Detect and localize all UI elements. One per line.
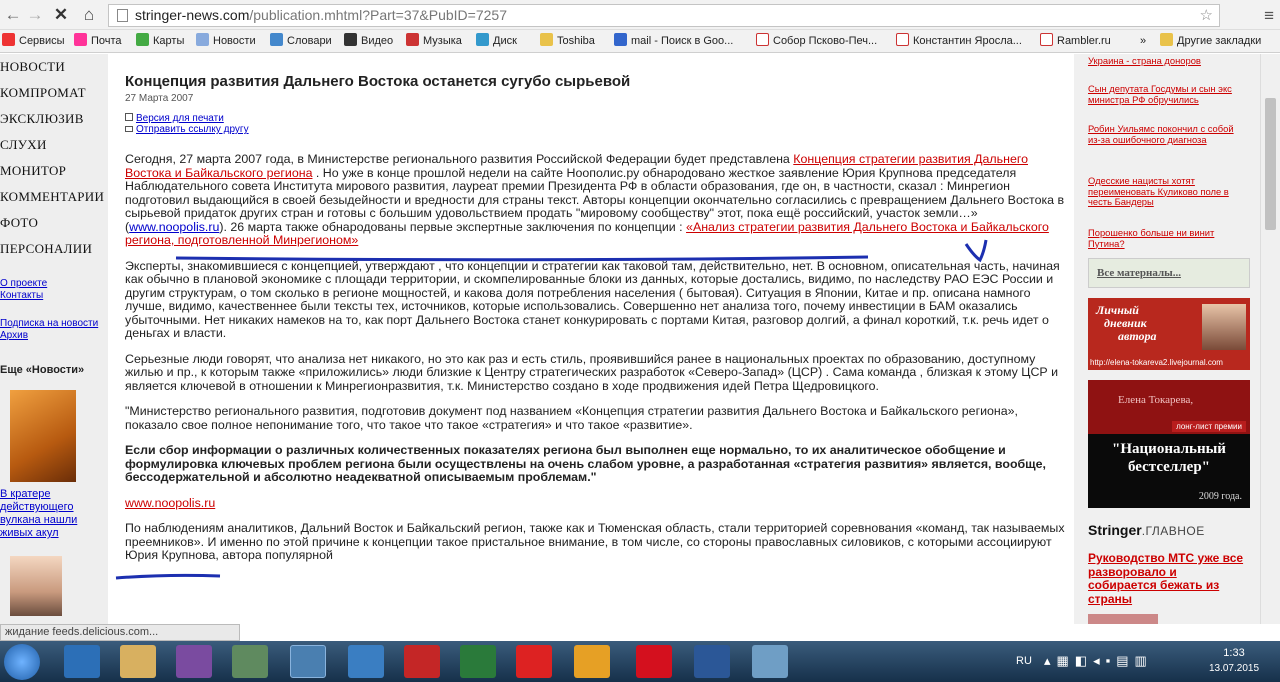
volcano-photo[interactable] <box>10 390 76 482</box>
bookmark-other[interactable]: Другие закладки <box>1160 33 1261 49</box>
taskbar: RU ▴▦◧◂▪▤▥ 1:33 13.07.2015 <box>0 641 1280 682</box>
word-icon[interactable] <box>694 645 730 678</box>
bookmark-dict[interactable]: Словари <box>270 33 332 49</box>
home-icon[interactable]: ⌂ <box>80 5 98 25</box>
back-icon[interactable]: ← <box>4 5 22 25</box>
banner-author-name: Елена Токарева, <box>1118 394 1194 406</box>
about-link[interactable]: О проекте <box>0 278 108 290</box>
banner-longlist-tag: лонг-лист премии <box>1172 421 1246 432</box>
diary-word-3: автора <box>1118 329 1157 343</box>
subscribe-link[interactable]: Подписка на новости <box>0 318 108 330</box>
url-input[interactable]: stringer-news.com/publication.mhtml?Part… <box>108 4 1220 27</box>
author-photo <box>1202 304 1246 350</box>
url-path: /publication.mhtml?Part=37&PubID=7257 <box>249 7 507 23</box>
person-photo[interactable] <box>10 556 62 616</box>
bestseller-banner[interactable]: Елена Токарева, лонг-лист премии "Национ… <box>1088 380 1250 508</box>
page-scrollbar[interactable] <box>1260 54 1280 624</box>
sidebar-link-odessa[interactable]: Одесские нацисты хотят переименовать Кул… <box>1088 175 1238 208</box>
bookmarks-overflow[interactable]: » <box>1140 33 1146 49</box>
forward-icon[interactable]: → <box>26 5 44 25</box>
bookmark-mail[interactable]: Почта <box>74 33 122 49</box>
main-news-link[interactable]: Руководство МТС уже все разворовало и со… <box>1088 551 1248 606</box>
left-nav: НОВОСТИ КОМПРОМАТ ЭКСКЛЮЗИВ СЛУХИ МОНИТО… <box>0 54 108 624</box>
paint-icon[interactable] <box>752 645 788 678</box>
menu-icon[interactable]: ≡ <box>1264 6 1274 26</box>
all-materials-link[interactable]: Все матерналы... <box>1088 258 1250 288</box>
article-content: Концепция развития Дальнего Востока оста… <box>108 54 1074 624</box>
handwritten-annotations <box>115 239 988 580</box>
bookmark-video[interactable]: Видео <box>344 33 393 49</box>
clock-time[interactable]: 1:33 <box>1214 647 1254 659</box>
kaspersky-icon[interactable] <box>460 645 496 678</box>
nav-item-news[interactable]: НОВОСТИ <box>0 54 108 80</box>
bookmarks-bar: Сервисы Почта Карты Новости Словари Виде… <box>0 30 1280 53</box>
bookmark-mail-search[interactable]: mail - Поиск в Goo... <box>614 33 733 49</box>
diary-banner[interactable]: Личный дневник автора http://elena-tokar… <box>1088 298 1250 370</box>
bookmark-toshiba[interactable]: Toshiba <box>540 33 595 49</box>
stringer-logo: Stringer.ГЛАВНОЕ <box>1088 522 1205 538</box>
news-caption-link[interactable]: В кратере действующего вулкана нашли жив… <box>0 488 92 540</box>
diary-url: http://elena-tokareva2.livejournal.com <box>1090 358 1223 367</box>
chrome-icon[interactable] <box>290 645 326 678</box>
sidebar-photo <box>1088 614 1158 624</box>
yandex-icon[interactable] <box>516 645 552 678</box>
bookmark-music[interactable]: Музыка <box>406 33 462 49</box>
nav-item-monitor[interactable]: МОНИТОР <box>0 158 108 184</box>
sidebar-link-deputy[interactable]: Сын депутата Госдумы и сын экс министра … <box>1088 83 1238 105</box>
nav-item-exclusive[interactable]: ЭКСКЛЮЗИВ <box>0 106 108 132</box>
more-news-heading: Еще «Новости» <box>0 364 85 376</box>
ie-icon[interactable] <box>64 645 100 678</box>
contacts-link[interactable]: Контакты <box>0 290 108 302</box>
app-icon[interactable] <box>232 645 268 678</box>
tray-icons[interactable]: ▴▦◧◂▪▤▥ <box>1044 653 1153 669</box>
status-bar: жидание feeds.delicious.com... <box>0 624 240 641</box>
yandex-browser-icon[interactable] <box>404 645 440 678</box>
bookmark-maps[interactable]: Карты <box>136 33 184 49</box>
sidebar-link-williams[interactable]: Робин Уильямс покончил с собой из-за оши… <box>1088 123 1238 145</box>
game-icon[interactable] <box>574 645 610 678</box>
nav-item-photo[interactable]: ФОТО <box>0 210 108 236</box>
sidebar-link-ukraine[interactable]: Украина - страна доноров <box>1088 55 1238 67</box>
opera-icon[interactable] <box>636 645 672 678</box>
browser-toolbar: ← → ✕ ⌂ stringer-news.com/publication.mh… <box>0 0 1280 30</box>
right-sidebar: Украина - страна доноров Сын депутата Го… <box>1074 54 1260 624</box>
clock-date[interactable]: 13.07.2015 <box>1206 663 1262 674</box>
bookmark-sobor[interactable]: Собор Псково-Печ... <box>756 33 877 49</box>
stop-icon[interactable]: ✕ <box>52 5 70 25</box>
banner-title: "Национальный бестселлер" <box>1112 441 1226 475</box>
explorer-icon[interactable] <box>120 645 156 678</box>
bookmark-rambler[interactable]: Rambler.ru <box>1040 33 1111 49</box>
scrollbar-thumb[interactable] <box>1265 98 1276 230</box>
nav-item-kompromat[interactable]: КОМПРОМАТ <box>0 80 108 106</box>
nav-item-rumors[interactable]: СЛУХИ <box>0 132 108 158</box>
archive-link[interactable]: Архив <box>0 330 108 342</box>
sidebar-link-poroshenko[interactable]: Порошенко больше ни винит Путина? <box>1088 227 1238 249</box>
bookmark-news[interactable]: Новости <box>196 33 256 49</box>
bookmark-disk[interactable]: Диск <box>476 33 517 49</box>
nav-item-persons[interactable]: ПЕРСОНАЛИИ <box>0 236 108 262</box>
start-button[interactable] <box>4 644 40 680</box>
banner-year: 2009 года. <box>1198 491 1242 502</box>
media-icon[interactable] <box>176 645 212 678</box>
bookmark-konstantin[interactable]: Константин Яросла... <box>896 33 1022 49</box>
bookmark-apps[interactable]: Сервисы <box>2 33 65 49</box>
nav-item-comments[interactable]: КОММЕНТАРИИ <box>0 184 108 210</box>
url-host: stringer-news.com <box>135 7 250 23</box>
star-icon[interactable]: ☆ <box>1200 5 1213 26</box>
language-indicator[interactable]: RU <box>1016 655 1032 667</box>
page-icon <box>117 9 128 22</box>
mail-icon[interactable] <box>348 645 384 678</box>
